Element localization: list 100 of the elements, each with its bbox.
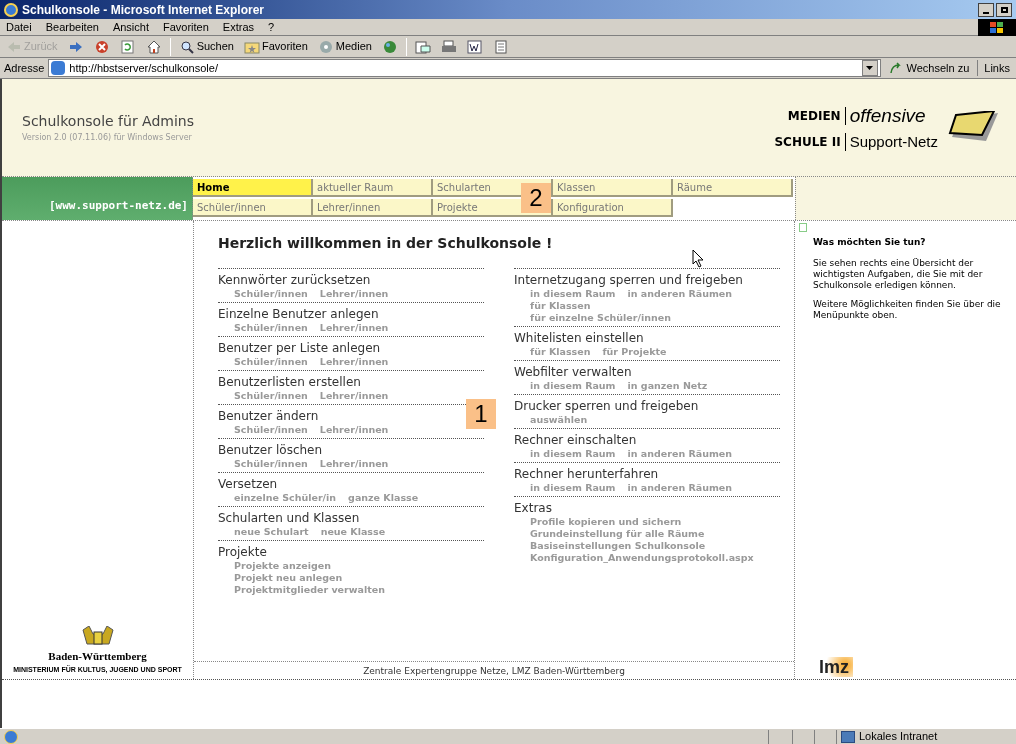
menu-item[interactable]: Extras — [222, 18, 255, 36]
nav-tab[interactable]: Home — [193, 179, 313, 197]
sub-link[interactable]: neue Schulart — [234, 526, 309, 538]
sub-link[interactable]: Projektmitglieder verwalten — [234, 584, 385, 596]
section-title[interactable]: Extras — [514, 500, 552, 516]
sub-link[interactable]: Lehrer/innen — [319, 322, 389, 334]
nav-tab[interactable]: Lehrer/innen — [313, 199, 433, 217]
arrow-icon — [888, 62, 903, 74]
page-icon — [51, 61, 66, 75]
sub-link[interactable]: Schüler/innen — [234, 458, 308, 470]
section-title[interactable]: Whitelisten einstellen — [514, 330, 644, 346]
cursor-icon — [692, 249, 704, 268]
sub-link[interactable]: in anderen Räumen — [627, 448, 733, 460]
sub-link[interactable]: Schüler/innen — [234, 424, 308, 436]
back-arrow-icon — [6, 39, 22, 54]
sub-link[interactable]: in diesem Raum — [530, 288, 616, 300]
sub-link[interactable]: Konfiguration_Anwendungsprotokoll.aspx — [530, 552, 754, 564]
menu-item[interactable]: ? — [268, 18, 275, 36]
section-title[interactable]: Rechner einschalten — [514, 432, 637, 448]
sub-link[interactable]: in anderen Räumen — [627, 482, 733, 494]
sub-link[interactable]: Schüler/innen — [234, 322, 308, 334]
sub-link[interactable]: Schüler/innen — [234, 288, 308, 300]
sidebar-text: Weitere Möglichkeiten finden Sie über die Menüpunkte oben. — [813, 298, 1002, 321]
links-button[interactable]: Links — [977, 59, 1016, 77]
number-tooltip: 2 — [521, 183, 551, 213]
sub-link[interactable]: Grundeinstellung für alle Räume — [530, 528, 705, 540]
nav-tab[interactable]: Klassen — [553, 179, 673, 197]
section-title[interactable]: Benutzer ändern — [218, 408, 319, 424]
sidebar-text: Sie sehen rechts eine Übersicht der wichtigsten Aufgaben, die Sie mit der Schulkonsole erledigen können. — [813, 257, 984, 291]
section-title[interactable]: Webfilter verwalten — [514, 364, 632, 380]
nav-tab[interactable]: aktueller Raum — [313, 179, 433, 197]
menu-item[interactable]: Favoriten — [163, 18, 209, 36]
sub-link[interactable]: Lehrer/innen — [319, 390, 389, 402]
toolbar-button[interactable]: Suchen — [176, 36, 236, 57]
section-title[interactable]: Internetzugang sperren und freigeben — [514, 272, 743, 288]
nav-tab[interactable]: Schüler/innen — [193, 199, 313, 217]
section-title[interactable]: Versetzen — [218, 476, 278, 492]
zone-text: Lokales Intranet — [859, 729, 938, 744]
sub-link[interactable]: Lehrer/innen — [319, 356, 389, 368]
toolbar-button[interactable]: Medien — [315, 36, 374, 57]
sub-link[interactable]: in ganzen Netz — [627, 380, 708, 392]
address-label: Adresse — [4, 60, 45, 76]
section-title[interactable]: Einzelne Benutzer anlegen — [218, 306, 379, 322]
sub-link[interactable]: auswählen — [530, 414, 588, 426]
toolbar-button[interactable]: Favoriten — [241, 36, 310, 57]
nav-tab[interactable]: Räume — [673, 179, 793, 197]
minimize-button[interactable] — [978, 2, 994, 17]
logo-text: MEDIEN — [774, 107, 846, 126]
sub-link[interactable]: für Projekte — [602, 346, 667, 358]
banner-text: [www.support-netz.de] — [48, 197, 188, 214]
sub-link[interactable]: neue Klasse — [320, 526, 386, 538]
site-title: Schulkonsole für Admins — [22, 112, 194, 131]
menu-item[interactable]: Bearbeiten — [45, 18, 99, 36]
section-title[interactable]: Kennwörter zurücksetzen — [218, 272, 371, 288]
sub-link[interactable]: für Klassen — [530, 346, 591, 358]
dropdown-icon[interactable] — [861, 60, 878, 76]
sub-link[interactable]: einzelne Schüler/in — [234, 492, 337, 504]
sub-link[interactable]: Projekt neu anlegen — [234, 572, 343, 584]
page-status-icon — [4, 729, 18, 744]
sub-link[interactable]: Schüler/innen — [234, 390, 308, 402]
sidebar-title: Was möchten Sie tun? — [813, 236, 927, 249]
sub-link[interactable]: für einzelne Schüler/innen — [530, 312, 671, 324]
address-field[interactable]: http://hbstserver/schulkonsole/ — [48, 59, 881, 77]
disc-icon — [317, 39, 334, 54]
sub-link[interactable]: Lehrer/innen — [319, 288, 389, 300]
sub-link[interactable]: Schüler/innen — [234, 356, 308, 368]
footer-text: Zentrale Expertengruppe Netze, LMZ Baden-Württemberg — [194, 661, 794, 679]
section-title[interactable]: Benutzer löschen — [218, 442, 323, 458]
sub-link[interactable]: in diesem Raum — [530, 380, 616, 392]
sub-link[interactable]: für Klassen — [530, 300, 591, 312]
sub-link[interactable]: in diesem Raum — [530, 448, 616, 460]
sub-link[interactable]: Profile kopieren und sichern — [530, 516, 682, 528]
logo-text: Support-Netz — [848, 131, 938, 152]
window-title: Schulkonsole - Microsoft Internet Explorer — [22, 1, 265, 19]
section-title[interactable]: Drucker sperren und freigeben — [514, 398, 699, 414]
restore-button[interactable] — [996, 2, 1012, 17]
section-title[interactable]: Benutzerlisten erstellen — [218, 374, 361, 390]
section-title[interactable]: Rechner herunterfahren — [514, 466, 659, 482]
logo-text: SCHULE II — [774, 132, 846, 151]
menu-item[interactable]: Datei — [6, 18, 32, 36]
logo-text: offensive — [848, 104, 927, 128]
go-button[interactable]: Wechseln zu — [884, 59, 974, 77]
sub-link[interactable]: Lehrer/innen — [319, 424, 389, 436]
nav-tab[interactable]: Konfiguration — [553, 199, 673, 217]
sub-link[interactable]: in anderen Räumen — [627, 288, 733, 300]
sub-link[interactable]: in diesem Raum — [530, 482, 616, 494]
sub-link[interactable]: Lehrer/innen — [319, 458, 389, 470]
browser-icon — [4, 2, 18, 17]
section-title[interactable]: Benutzer per Liste anlegen — [218, 340, 381, 356]
number-tooltip: 1 — [466, 399, 496, 429]
sub-link[interactable]: Basiseinstellungen Schulkonsole — [530, 540, 706, 552]
section-title[interactable]: Schularten und Klassen — [218, 510, 360, 526]
sub-link[interactable]: ganze Klasse — [348, 492, 419, 504]
sub-link[interactable]: Projekte anzeigen — [234, 560, 331, 572]
section-title[interactable]: Projekte — [218, 544, 267, 560]
menu-item[interactable]: Ansicht — [112, 18, 149, 36]
windows-logo-icon — [978, 19, 1016, 36]
search-icon — [178, 39, 195, 54]
logo-text: Baden-Württemberg — [48, 649, 147, 664]
address-text: http://hbstserver/schulkonsole/ — [69, 60, 219, 76]
